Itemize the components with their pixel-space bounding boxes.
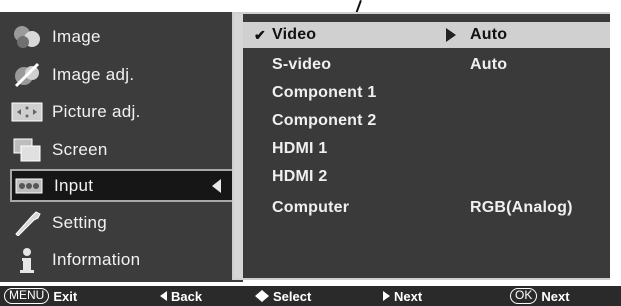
input-row-component-2[interactable]: Component 2 [272, 108, 376, 134]
arrow-right-icon [383, 291, 390, 301]
input-row-hdmi-2[interactable]: HDMI 2 [272, 164, 327, 190]
input-icon [12, 171, 46, 201]
ok-key-icon: OK [510, 288, 538, 304]
menu-item-setting[interactable]: Setting [10, 206, 235, 239]
menu-key-icon: MENU [4, 288, 50, 304]
image-adjust-icon [10, 60, 44, 90]
hint-exit: MENU Exit [4, 286, 77, 306]
arrow-left-icon [212, 179, 221, 193]
menu-item-label: Setting [52, 212, 108, 232]
menu-item-label: Image [52, 26, 101, 46]
input-row-video[interactable]: Video [272, 22, 316, 48]
input-value-computer[interactable]: RGB(Analog) [470, 195, 573, 221]
hint-next-label: Next [394, 288, 423, 304]
hint-ok-next-label: Next [541, 288, 570, 304]
key-hint-bar: MENU Exit Back Select Next OK Next [0, 286, 621, 306]
input-row-computer[interactable]: Computer [272, 195, 349, 221]
up-down-arrow-icon [255, 290, 269, 302]
menu-item-input[interactable]: Input [10, 169, 243, 202]
input-value-s-video[interactable]: Auto [470, 52, 507, 78]
hint-back: Back [160, 286, 202, 306]
checkmark-icon: ✔ [254, 27, 266, 43]
hint-select: Select [255, 286, 311, 306]
play-arrow-icon [446, 28, 456, 42]
picture-adjust-icon [10, 97, 44, 127]
input-row-hdmi-1[interactable]: HDMI 1 [272, 136, 327, 162]
hint-ok-next: OK Next [510, 286, 570, 306]
hint-next: Next [383, 286, 422, 306]
hint-exit-label: Exit [53, 288, 78, 304]
menu-item-label: Screen [52, 139, 108, 159]
menu-item-screen[interactable]: Screen [10, 133, 235, 166]
image-icon [10, 22, 44, 52]
hint-select-label: Select [273, 288, 312, 304]
setting-icon [10, 208, 44, 238]
menu-item-picture-adj[interactable]: Picture adj. [10, 95, 235, 128]
menu-item-label: Information [52, 249, 141, 269]
input-row-s-video[interactable]: S-video [272, 52, 331, 78]
hint-back-label: Back [171, 288, 203, 304]
menu-item-label: Input [54, 175, 94, 195]
menu-item-label: Image adj. [52, 64, 135, 84]
menu-item-label: Picture adj. [52, 101, 141, 121]
menu-item-image-adj[interactable]: Image adj. [10, 58, 235, 91]
menu-item-image[interactable]: Image [10, 20, 235, 53]
projector-osd: Image Image adj. Picture adj. Screen Inp… [0, 0, 621, 285]
arrow-left-icon [160, 291, 167, 301]
information-icon [10, 245, 44, 275]
input-row-component-1[interactable]: Component 1 [272, 80, 376, 106]
input-value-video[interactable]: Auto [470, 22, 507, 48]
screen-icon [10, 135, 44, 165]
menu-item-information[interactable]: Information [10, 243, 235, 276]
